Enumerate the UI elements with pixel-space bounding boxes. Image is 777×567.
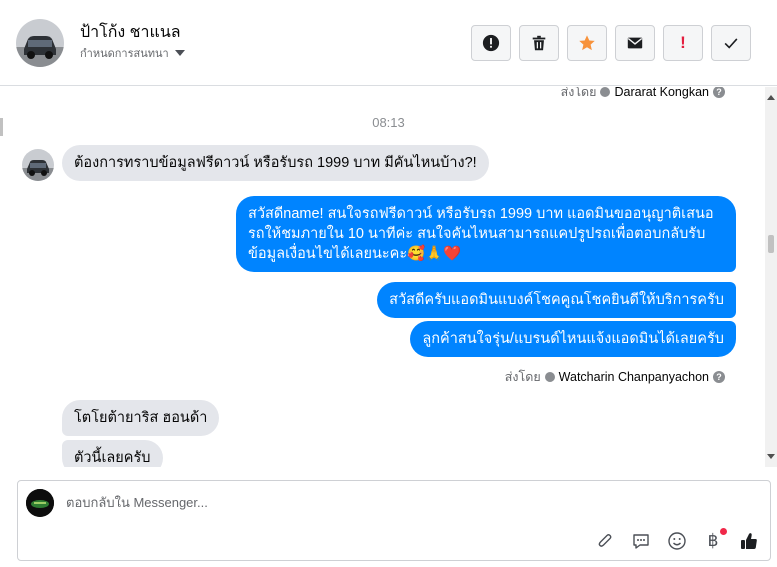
exclamation-icon: ! xyxy=(680,33,686,52)
like-button[interactable] xyxy=(738,530,760,552)
sent-by-prefix: ส่งโดย xyxy=(504,370,541,384)
checkmark-icon xyxy=(724,38,738,49)
page-badge-icon xyxy=(600,87,611,97)
notification-dot xyxy=(720,528,727,535)
emoji-icon xyxy=(668,532,686,550)
caret-down-icon xyxy=(174,50,185,56)
contact-name[interactable]: ป้าโก้ง ชาแนล xyxy=(80,20,181,45)
reply-composer: ฿ xyxy=(17,480,771,561)
assign-label: กำหนดการสนทนา xyxy=(80,48,169,60)
scroll-up-arrow-icon[interactable] xyxy=(767,95,775,100)
mark-unread-button[interactable] xyxy=(615,25,655,61)
incoming-message[interactable]: ตัวนี้เลยครับ xyxy=(62,440,163,467)
scroll-thumb[interactable] xyxy=(768,235,774,253)
outgoing-message[interactable]: สวัสดีname! สนใจรถฟรีดาวน์ หรือรับรถ 199… xyxy=(236,196,736,272)
attach-button[interactable] xyxy=(594,530,616,552)
follow-up-button[interactable]: ! xyxy=(663,25,703,61)
outgoing-message[interactable]: สวัสดีครับแอดมินแบงค์โชคคูณโชคยินดีให้บร… xyxy=(377,282,736,318)
baht-icon: ฿ xyxy=(707,531,719,550)
envelope-icon xyxy=(627,37,643,49)
sender-name: Dararat Kongkan xyxy=(614,87,709,99)
help-icon[interactable]: ? xyxy=(713,371,725,383)
reply-input[interactable] xyxy=(66,495,666,510)
sent-by-label: ส่งโดย Watcharin Chanpanyachon ? xyxy=(505,367,725,387)
thread-scrollbar[interactable] xyxy=(765,87,777,467)
star-icon xyxy=(579,35,595,51)
page-badge-icon xyxy=(544,372,555,382)
incoming-message[interactable]: โตโยต้ายาริส ฮอนด้า xyxy=(62,400,220,436)
page-avatar xyxy=(26,489,54,517)
scroll-down-arrow-icon[interactable] xyxy=(767,454,775,459)
help-icon[interactable]: ? xyxy=(713,87,725,98)
outgoing-message[interactable]: ลูกค้าสนใจรุ่น/แบรนด์ไหนแจ้งแอดมินได้เลย… xyxy=(410,321,736,357)
assign-conversation-dropdown[interactable]: กำหนดการสนทนา xyxy=(80,44,185,62)
trash-icon xyxy=(532,35,546,51)
saved-reply-button[interactable] xyxy=(630,530,652,552)
mark-done-button[interactable] xyxy=(711,25,751,61)
composer-toolbar: ฿ xyxy=(594,528,760,552)
star-button[interactable] xyxy=(567,25,607,61)
sent-by-label-top: ส่งโดย Dararat Kongkan ? xyxy=(561,87,725,102)
messenger-inbox: ป้าโก้ง ชาแนล กำหนดการสนทนา ! ส่งโดย Dar… xyxy=(0,0,777,567)
report-spam-button[interactable] xyxy=(471,25,511,61)
left-scroll-indicator xyxy=(0,118,3,136)
thumbs-up-icon xyxy=(741,533,757,549)
incoming-message[interactable]: ต้องการทราบข้อมูลฟรีดาวน์ หรือรับรถ 1999… xyxy=(62,145,489,181)
contact-avatar-small[interactable] xyxy=(22,149,54,181)
sender-name: Watcharin Chanpanyachon xyxy=(558,370,709,384)
alert-circle-icon xyxy=(482,34,500,52)
payment-button[interactable]: ฿ xyxy=(702,528,727,552)
delete-button[interactable] xyxy=(519,25,559,61)
conversation-header: ป้าโก้ง ชาแนล กำหนดการสนทนา ! xyxy=(0,0,777,86)
paperclip-icon xyxy=(598,534,612,547)
sent-by-prefix: ส่งโดย xyxy=(560,87,597,99)
saved-reply-icon xyxy=(633,534,649,549)
emoji-button[interactable] xyxy=(666,530,688,552)
action-toolbar: ! xyxy=(471,25,751,61)
message-timestamp: 08:13 xyxy=(372,115,405,130)
message-thread[interactable]: ส่งโดย Dararat Kongkan ? 08:13 ต้องการทร… xyxy=(0,87,765,467)
contact-avatar[interactable] xyxy=(16,19,64,67)
